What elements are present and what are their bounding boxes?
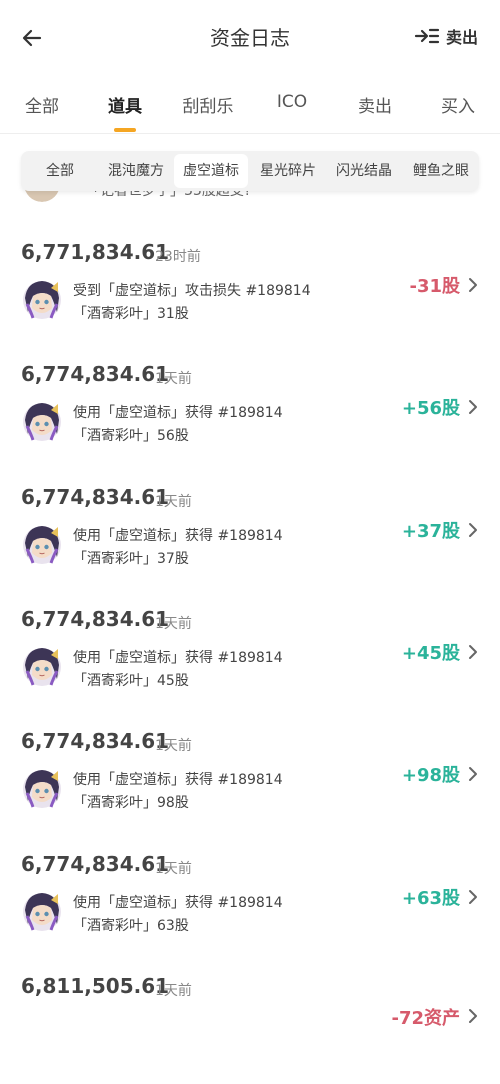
- sell-button[interactable]: 卖出: [414, 22, 478, 50]
- tab-buy[interactable]: 买入: [441, 92, 475, 117]
- tab-all[interactable]: 全部: [25, 92, 59, 117]
- entry-character: 「酒寄彩叶」98股: [73, 795, 189, 812]
- entry-time: 1天前: [155, 860, 192, 877]
- entry-character: 「酒寄彩叶」31股: [73, 306, 189, 322]
- entry-time: 23时前: [155, 249, 201, 265]
- active-tab-indicator: [114, 128, 136, 132]
- entry-amount: +37股: [401, 520, 460, 542]
- entry-balance: 6,774,834.61: [21, 606, 170, 631]
- entry-amount: -72资产: [391, 1007, 460, 1029]
- entry-balance: 6,774,834.61: [21, 729, 170, 754]
- entry-description: 使用「虚空道标」获得 #189814: [73, 527, 283, 544]
- avatar: [21, 523, 63, 565]
- entry-balance: 6,811,505.61: [21, 973, 170, 998]
- entry-time: 1天前: [155, 982, 192, 999]
- page-title: 资金日志: [210, 25, 290, 50]
- chevron-right-icon[interactable]: [466, 398, 480, 416]
- subtab-all[interactable]: 全部: [46, 151, 74, 191]
- header: 资金日志 卖出: [0, 0, 500, 72]
- tab-ico[interactable]: ICO: [277, 92, 307, 112]
- chevron-right-icon[interactable]: [466, 643, 480, 661]
- subtab-void-beacon[interactable]: 虚空道标: [183, 151, 239, 191]
- avatar: [21, 645, 63, 687]
- chevron-right-icon[interactable]: [466, 276, 480, 294]
- entry-description: 使用「虚空道标」获得 #189814: [73, 405, 283, 422]
- avatar: [21, 400, 63, 442]
- back-arrow-icon[interactable]: [18, 24, 46, 52]
- chevron-right-icon[interactable]: [466, 888, 480, 906]
- entry-time: 1天前: [155, 615, 192, 632]
- entry-time: 1天前: [155, 493, 192, 510]
- sell-button-label: 卖出: [445, 28, 478, 47]
- avatar: [21, 278, 63, 320]
- entry-description: 受到「虚空道标」攻击损失 #189814: [73, 283, 311, 299]
- list-item[interactable]: 6,774,834.61 1天前 使用「虚空道标」获得 #189814 「酒寄彩叶」…: [0, 485, 500, 595]
- subtab-carp-eye[interactable]: 鲤鱼之眼: [413, 151, 469, 191]
- sell-icon: [414, 28, 440, 44]
- subtab-star-fragment[interactable]: 星光碎片: [260, 151, 316, 191]
- list-item[interactable]: 6,774,834.61 1天前 使用「虚空道标」获得 #189814 「酒寄彩叶」…: [0, 607, 500, 717]
- chevron-right-icon[interactable]: [466, 765, 480, 783]
- tab-items[interactable]: 道具: [108, 92, 142, 117]
- entry-amount: -31股: [409, 276, 460, 297]
- entry-time: 1天前: [155, 371, 192, 388]
- entry-balance: 6,774,834.61: [21, 362, 170, 387]
- entry-balance: 6,774,834.61: [21, 484, 170, 509]
- entry-balance: 6,771,834.61: [21, 240, 170, 264]
- subtab-flash-crystal[interactable]: 闪光结晶: [336, 151, 392, 191]
- list-item[interactable]: 6,774,834.61 1天前 使用「虚空道标」获得 #189814 「酒寄彩叶」…: [0, 729, 500, 839]
- avatar: [21, 767, 63, 809]
- entry-amount: +63股: [401, 887, 460, 909]
- entry-character: 「酒寄彩叶」45股: [73, 672, 189, 689]
- entry-time: 1天前: [155, 738, 192, 755]
- tab-scratch[interactable]: 刮刮乐: [183, 92, 234, 117]
- entry-character: 「酒寄彩叶」63股: [73, 917, 189, 934]
- entry-character: 「酒寄彩叶」56股: [73, 428, 189, 445]
- entry-amount: +45股: [401, 642, 460, 664]
- entry-description: 使用「虚空道标」获得 #189814: [73, 894, 283, 911]
- list-item[interactable]: 6,771,834.61 23时前 受到「虚空道标」攻击损失 #189814 「酒寄…: [0, 240, 500, 350]
- list-item[interactable]: 6,774,834.61 1天前 使用「虚空道标」获得 #189814 「酒寄彩叶」…: [0, 362, 500, 472]
- entry-character: 「酒寄彩叶」37股: [73, 550, 189, 567]
- chevron-right-icon[interactable]: [466, 1007, 480, 1025]
- entry-balance: 6,774,834.61: [21, 851, 170, 876]
- tab-sell[interactable]: 卖出: [358, 92, 392, 117]
- list-item[interactable]: 6,811,505.61 1天前 -72资产: [0, 974, 500, 1084]
- chevron-right-icon[interactable]: [466, 521, 480, 539]
- entry-description: 使用「虚空道标」获得 #189814: [73, 772, 283, 789]
- item-subtabs: 全部 混沌魔方 虚空道标 星光碎片 闪光结晶 鲤鱼之眼: [21, 151, 479, 191]
- list-item[interactable]: 6,774,834.61 1天前 使用「虚空道标」获得 #189814 「酒寄彩叶」…: [0, 852, 500, 962]
- entry-description: 使用「虚空道标」获得 #189814: [73, 649, 283, 666]
- subtab-chaos-cube[interactable]: 混沌魔方: [108, 151, 164, 191]
- category-tabs: 全部 道具 刮刮乐 ICO 卖出 买入: [0, 72, 500, 134]
- entry-amount: +56股: [401, 398, 460, 420]
- avatar: [21, 890, 63, 932]
- entry-amount: +98股: [401, 765, 460, 787]
